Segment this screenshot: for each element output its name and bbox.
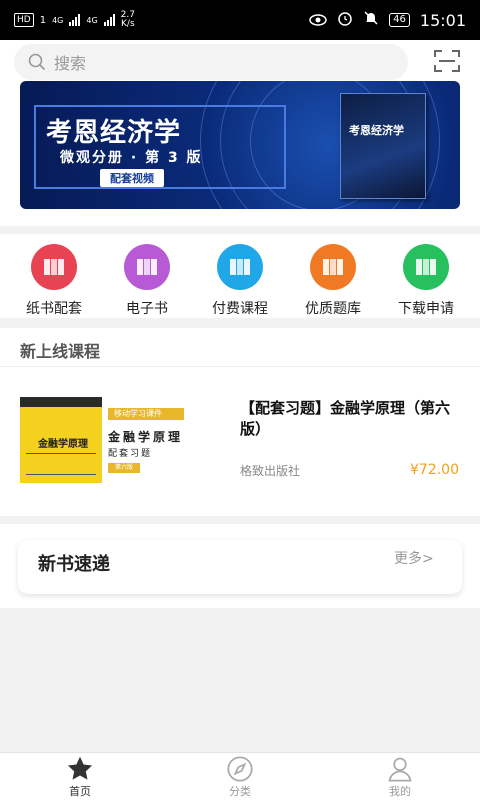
category-bar: 纸书配套 电子书 付费课程 优质题库 下载申请 [0,234,480,318]
section-title: 新上线课程 [20,342,101,361]
nav-categories[interactable]: 分类 [200,755,280,799]
eye-icon [309,11,327,30]
nav-label: 分类 [229,785,251,798]
category-ebooks[interactable]: 电子书 [105,244,189,318]
status-bar: HD 1 4G 4G 2.7 K/s 46 15:01 [0,0,480,40]
scan-icon[interactable] [434,50,460,72]
speed-unit: K/s [121,19,135,29]
category-question-bank[interactable]: 优质题库 [291,244,375,318]
course-publisher: 格致出版社 [240,464,301,478]
search-placeholder: 搜索 [54,54,87,73]
search-input[interactable]: 搜索 [14,44,408,80]
signal-icon [69,14,81,26]
more-link[interactable]: 更多> [394,548,434,568]
divider [0,366,480,367]
battery-indicator: 46 [389,13,410,27]
banner-book-title: 考恩经济学 [349,124,404,137]
sim-indicator: 1 [39,14,47,26]
star-icon [40,755,120,783]
banner-tag: 配套视频 [100,169,164,187]
cover-header-strip [20,397,102,407]
mute-bell-icon [363,10,379,30]
new-courses-section: 新上线课程 金融学原理 移动学习课件 金融学原理 配套习题 第六版 【配套习题】… [0,328,480,516]
course-cover-main: 金融学原理 [108,430,184,444]
new-books-card: 新书速递 更多> [18,540,462,594]
category-label: 电子书 [126,301,168,317]
signal-icon-2 [103,14,115,26]
new-books-title: 新书速递 [38,554,110,575]
edition-tag: 第六版 [108,463,140,473]
category-label: 纸书配套 [26,301,82,317]
nav-label: 我的 [389,785,411,798]
search-area: 搜索 [0,40,480,84]
network-label-2: 4G [86,15,98,25]
course-type-tag: 移动学习课件 [108,408,184,420]
category-label: 下载申请 [398,301,454,317]
bottom-nav: 首页 分类 我的 [0,752,480,800]
category-download-request[interactable]: 下载申请 [384,244,468,318]
cover-title: 金融学原理 [38,439,88,450]
network-label-1: 4G [52,15,64,25]
banner-subtitle: 微观分册 · 第 3 版 [60,150,203,166]
book-icon [403,244,449,290]
compass-icon [200,755,280,783]
promo-banner[interactable]: 考恩经济学 微观分册 · 第 3 版 配套视频 考恩经济学 [20,81,460,209]
search-icon [28,53,46,71]
book-icon [124,244,170,290]
category-label: 付费课程 [212,301,268,317]
nav-profile[interactable]: 我的 [360,755,440,799]
course-cover-sub: 配套习题 [108,449,153,459]
network-speed: 2.7 K/s [121,11,135,29]
category-paid-courses[interactable]: 付费课程 [198,244,282,318]
clock: 15:01 [419,10,466,30]
book-icon [217,244,263,290]
nav-home[interactable]: 首页 [40,755,120,799]
user-icon [360,755,440,783]
course-name[interactable]: 【配套习题】金融学原理（第六版） [240,398,470,440]
banner-section: 考恩经济学 微观分册 · 第 3 版 配套视频 考恩经济学 [0,81,480,226]
category-paper-books[interactable]: 纸书配套 [12,244,96,318]
book-icon [310,244,356,290]
alarm-icon [337,10,353,30]
cover-lines [26,453,96,475]
book-icon [31,244,77,290]
course-price: ¥72.00 [410,462,459,478]
nav-label: 首页 [69,785,91,798]
banner-book-cover: 考恩经济学 [340,93,426,199]
course-cover: 金融学原理 [20,397,102,483]
hd-indicator: HD [14,13,34,27]
banner-title: 考恩经济学 [46,118,182,148]
category-label: 优质题库 [305,301,361,317]
